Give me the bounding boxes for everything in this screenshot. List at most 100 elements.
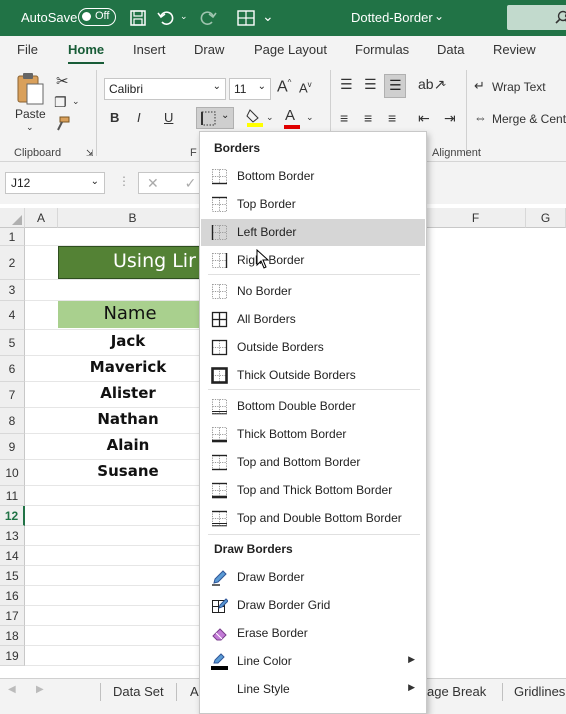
- menu-item-no-border[interactable]: No Border: [201, 278, 425, 305]
- menu-item-line-color[interactable]: Line Color ▶: [201, 648, 425, 675]
- undo-dropdown-icon[interactable]: ⌄: [180, 11, 200, 31]
- row-header[interactable]: 7: [0, 382, 25, 408]
- clipboard-launcher-icon[interactable]: ⇲: [86, 148, 94, 159]
- menu-item-top-double-bottom-border[interactable]: Top and Double Bottom Border: [201, 505, 425, 532]
- decrease-font-icon[interactable]: Av: [299, 80, 312, 95]
- customize-quick-access-icon[interactable]: ⌄: [262, 8, 282, 28]
- borders-quick-icon[interactable]: [236, 8, 256, 28]
- row-header[interactable]: 2: [0, 246, 25, 280]
- tab-home[interactable]: Home: [68, 42, 105, 65]
- align-middle-icon[interactable]: ☰: [364, 76, 377, 93]
- tab-page-layout[interactable]: Page Layout: [254, 42, 327, 57]
- document-title[interactable]: Dotted-Border: [351, 10, 433, 25]
- row-header[interactable]: 14: [0, 546, 25, 566]
- column-header-f[interactable]: F: [426, 208, 526, 228]
- undo-icon[interactable]: [156, 8, 176, 28]
- increase-indent-icon[interactable]: ⇥: [444, 110, 456, 127]
- name-box[interactable]: J12 ⌄: [5, 172, 105, 194]
- increase-font-icon[interactable]: A^: [277, 78, 291, 96]
- row-header[interactable]: 12: [0, 506, 25, 526]
- italic-button[interactable]: I: [137, 110, 141, 125]
- menu-item-left-border[interactable]: Left Border: [201, 219, 425, 246]
- borders-button[interactable]: ⌄: [196, 107, 234, 129]
- tab-formulas[interactable]: Formulas: [355, 42, 409, 57]
- tab-insert[interactable]: Insert: [133, 42, 166, 57]
- fill-color-dropdown-icon[interactable]: ⌄: [266, 112, 274, 123]
- tab-draw[interactable]: Draw: [194, 42, 224, 57]
- align-right-icon[interactable]: ≡: [388, 110, 396, 126]
- tab-review[interactable]: Review: [493, 42, 536, 57]
- row-header[interactable]: 5: [0, 330, 25, 356]
- name-cell[interactable]: Nathan: [58, 410, 218, 428]
- font-size-select[interactable]: 11 ⌄: [229, 78, 271, 100]
- menu-item-draw-border[interactable]: Draw Border: [201, 564, 425, 591]
- autosave-toggle[interactable]: Off: [78, 8, 116, 26]
- row-header[interactable]: 11: [0, 486, 25, 506]
- paste-icon[interactable]: [16, 72, 46, 108]
- underline-button[interactable]: U: [164, 110, 173, 125]
- sheet-tab-page-break[interactable]: age Break: [427, 684, 486, 699]
- cut-icon[interactable]: ✂: [56, 72, 69, 90]
- align-left-icon[interactable]: ≡: [340, 110, 348, 126]
- name-cell[interactable]: Jack: [58, 332, 218, 350]
- menu-item-top-border[interactable]: Top Border: [201, 191, 425, 218]
- row-header[interactable]: 10: [0, 460, 25, 486]
- tab-file[interactable]: File: [17, 42, 38, 57]
- menu-item-thick-bottom-border[interactable]: Thick Bottom Border: [201, 421, 425, 448]
- orientation-dropdown-icon[interactable]: ⌄: [440, 78, 448, 89]
- font-name-select[interactable]: Calibri ⌄: [104, 78, 226, 100]
- row-header[interactable]: 8: [0, 408, 25, 434]
- name-cell[interactable]: Alister: [58, 384, 218, 402]
- decrease-indent-icon[interactable]: ⇤: [418, 110, 430, 127]
- menu-item-bottom-border[interactable]: Bottom Border: [201, 163, 425, 190]
- menu-item-erase-border[interactable]: Erase Border: [201, 620, 425, 647]
- menu-item-outside-borders[interactable]: Outside Borders: [201, 334, 425, 361]
- align-top-icon[interactable]: ☰: [340, 76, 353, 93]
- row-header[interactable]: 4: [0, 301, 25, 330]
- search-box[interactable]: Se: [507, 5, 566, 30]
- menu-item-bottom-double-border[interactable]: Bottom Double Border: [201, 393, 425, 420]
- row-header[interactable]: 9: [0, 434, 25, 460]
- paste-dropdown-icon[interactable]: ⌄: [26, 122, 34, 133]
- name-header-cell[interactable]: Name: [58, 301, 208, 328]
- name-cell[interactable]: Alain: [58, 436, 218, 454]
- sheet-tab-gridlines[interactable]: Gridlines: [514, 684, 565, 699]
- row-header[interactable]: 18: [0, 626, 25, 646]
- column-header-b[interactable]: B: [58, 208, 208, 228]
- menu-item-draw-border-grid[interactable]: Draw Border Grid: [201, 592, 425, 619]
- row-header[interactable]: 16: [0, 586, 25, 606]
- menu-item-all-borders[interactable]: All Borders: [201, 306, 425, 333]
- wrap-text-button[interactable]: Wrap Text: [492, 80, 546, 94]
- cancel-entry-icon[interactable]: ✕: [147, 175, 159, 191]
- select-all-corner[interactable]: [0, 208, 25, 228]
- name-cell[interactable]: Maverick: [58, 358, 218, 376]
- format-painter-icon[interactable]: [54, 116, 70, 132]
- copy-icon[interactable]: ❐: [54, 94, 67, 111]
- align-center-icon[interactable]: ≡: [364, 110, 372, 126]
- menu-item-thick-outside-borders[interactable]: Thick Outside Borders: [201, 362, 425, 389]
- column-header-g[interactable]: G: [526, 208, 566, 228]
- menu-item-top-thick-bottom-border[interactable]: Top and Thick Bottom Border: [201, 477, 425, 504]
- merge-center-button[interactable]: Merge & Cent: [492, 112, 566, 126]
- row-header[interactable]: 3: [0, 280, 25, 301]
- sheet-tab-partial[interactable]: A: [190, 684, 199, 699]
- fill-color-icon[interactable]: [246, 107, 264, 127]
- font-color-button[interactable]: A: [284, 107, 300, 129]
- scroll-sheets-right-icon[interactable]: ▶: [36, 684, 44, 695]
- sheet-tab-data-set[interactable]: Data Set: [113, 684, 164, 699]
- row-header[interactable]: 19: [0, 646, 25, 666]
- row-header[interactable]: 17: [0, 606, 25, 626]
- confirm-entry-icon[interactable]: ✓: [185, 175, 197, 191]
- paste-label[interactable]: Paste: [15, 107, 46, 121]
- menu-item-line-style[interactable]: Line Style ▶: [201, 676, 425, 703]
- tab-data[interactable]: Data: [437, 42, 464, 57]
- row-header[interactable]: 13: [0, 526, 25, 546]
- row-header[interactable]: 1: [0, 228, 25, 246]
- title-dropdown-icon[interactable]: ⌄: [434, 9, 454, 29]
- save-icon[interactable]: [128, 8, 148, 28]
- name-cell[interactable]: Susane: [58, 462, 218, 480]
- row-header[interactable]: 15: [0, 566, 25, 586]
- scroll-sheets-left-icon[interactable]: ◀: [8, 684, 16, 695]
- column-header-a[interactable]: A: [25, 208, 58, 228]
- row-header[interactable]: 6: [0, 356, 25, 382]
